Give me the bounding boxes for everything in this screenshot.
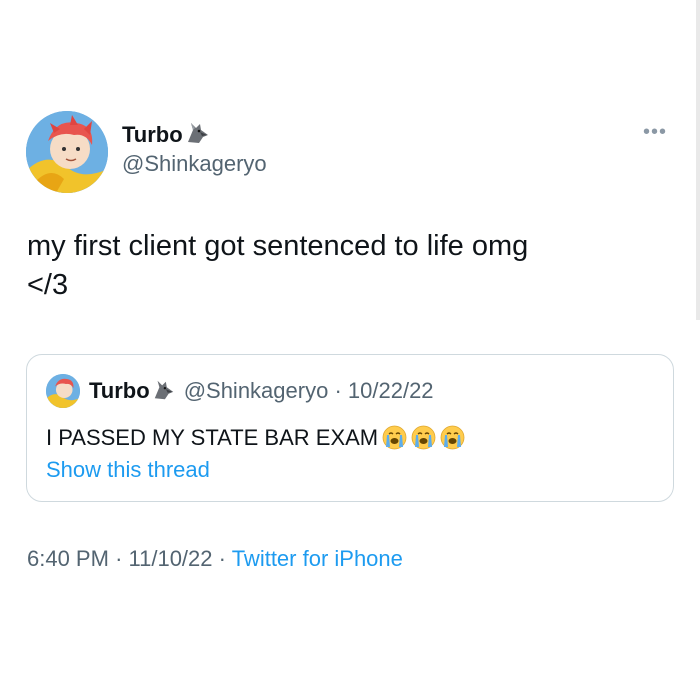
tweet-metadata: 6:40 PM · 11/10/22 · Twitter for iPhone xyxy=(27,545,403,573)
quoted-tweet-text-content: I PASSED MY STATE BAR EXAM xyxy=(46,425,379,450)
tweet-time[interactable]: 6:40 PM xyxy=(27,546,109,571)
quoted-separator: · xyxy=(334,378,342,403)
tweet-source-link[interactable]: Twitter for iPhone xyxy=(232,546,403,571)
loudly-crying-face-icon xyxy=(382,425,407,450)
tweet-text-line-2: </3 xyxy=(27,269,69,301)
author-avatar[interactable] xyxy=(26,111,108,193)
more-icon[interactable]: ••• xyxy=(643,122,667,142)
meta-separator: · xyxy=(218,546,226,571)
meta-separator: · xyxy=(115,546,123,571)
loudly-crying-face-icon xyxy=(440,425,465,450)
quoted-date[interactable]: 10/22/22 xyxy=(348,378,434,403)
wolf-emoji-icon xyxy=(185,120,211,146)
right-edge-line xyxy=(696,0,700,320)
author-name[interactable]: Turbo xyxy=(122,120,211,148)
quoted-tweet-header: Turbo @Shinkageryo · 10/22/22 xyxy=(89,378,434,404)
show-thread-link[interactable]: Show this thread xyxy=(46,456,210,484)
quoted-author-name[interactable]: Turbo xyxy=(89,378,150,403)
author-handle[interactable]: @Shinkageryo xyxy=(122,151,267,177)
loudly-crying-face-icon xyxy=(411,425,436,450)
tweet-text-line-1: my first client got sentenced to life om… xyxy=(27,230,529,262)
wolf-emoji-icon xyxy=(152,378,176,402)
quoted-author-avatar[interactable] xyxy=(46,374,80,408)
tweet-text: my first client got sentenced to life om… xyxy=(27,227,667,305)
quoted-author-handle[interactable]: @Shinkageryo xyxy=(184,378,329,403)
tweet-date[interactable]: 11/10/22 xyxy=(129,546,213,571)
author-name-text[interactable]: Turbo xyxy=(122,122,183,147)
quoted-tweet-text: I PASSED MY STATE BAR EXAM xyxy=(46,423,465,453)
quoted-tweet-card[interactable]: Turbo @Shinkageryo · 10/22/22 I PASSED M… xyxy=(26,354,674,502)
